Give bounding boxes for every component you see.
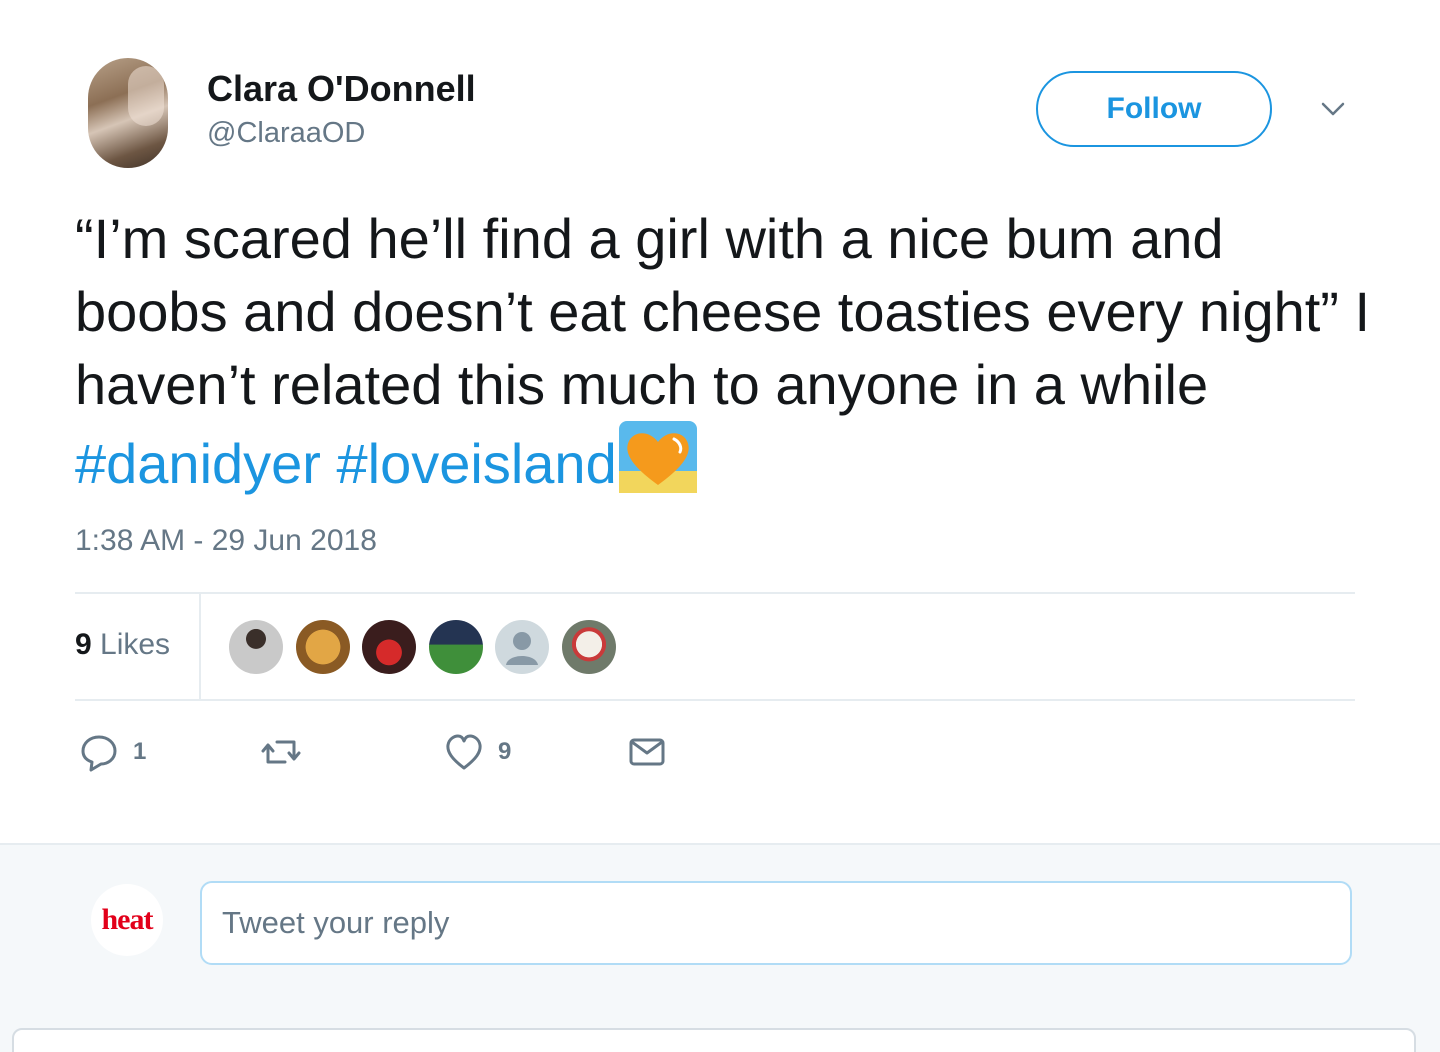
like-action[interactable]: 9 (444, 732, 511, 772)
retweet-icon (261, 740, 301, 764)
orange-heart-emoji-icon (618, 421, 697, 493)
reply-input[interactable] (200, 881, 1352, 965)
divider (75, 699, 1355, 701)
liker-avatar[interactable] (429, 620, 483, 674)
tweet-timestamp[interactable]: 1:38 AM - 29 Jun 2018 (75, 524, 377, 558)
user-avatar[interactable] (88, 58, 168, 168)
liker-avatar[interactable] (495, 620, 549, 674)
user-name[interactable]: Clara O'Donnell (207, 68, 476, 110)
likes-count: 9 (75, 628, 92, 661)
user-handle[interactable]: @ClaraaOD (207, 117, 365, 150)
like-count: 9 (498, 738, 512, 765)
tweet-text-body: “I’m scared he’ll find a girl with a nic… (75, 207, 1371, 416)
chevron-down-icon[interactable] (1318, 94, 1348, 124)
hashtag-loveisland[interactable]: #loveisland (337, 432, 617, 495)
hashtag-danidyer[interactable]: #danidyer (75, 432, 321, 495)
tweet-text: “I’m scared he’ll find a girl with a nic… (75, 202, 1375, 500)
heart-icon (446, 734, 482, 770)
default-user-icon (506, 632, 538, 665)
liker-avatar[interactable] (296, 620, 350, 674)
reply-count: 1 (133, 738, 147, 765)
divider (75, 592, 1355, 594)
direct-message-action[interactable] (627, 732, 667, 772)
reply-action[interactable]: 1 (79, 732, 146, 772)
follow-button[interactable]: Follow (1036, 71, 1272, 147)
liker-avatar[interactable] (362, 620, 416, 674)
liker-avatar[interactable] (562, 620, 616, 674)
reply-icon (81, 735, 117, 772)
retweet-action[interactable] (261, 732, 315, 772)
tweet-page: Clara O'Donnell @ClaraaOD Follow “I’m sc… (0, 0, 1440, 1052)
likes-text: Likes (91, 628, 171, 661)
liker-avatar[interactable] (229, 620, 283, 674)
divider (199, 594, 201, 700)
next-tweet-card (12, 1028, 1416, 1052)
likes-count-label[interactable]: 9 Likes (75, 628, 170, 662)
current-user-avatar: heat (91, 884, 163, 956)
envelope-icon (629, 738, 665, 766)
